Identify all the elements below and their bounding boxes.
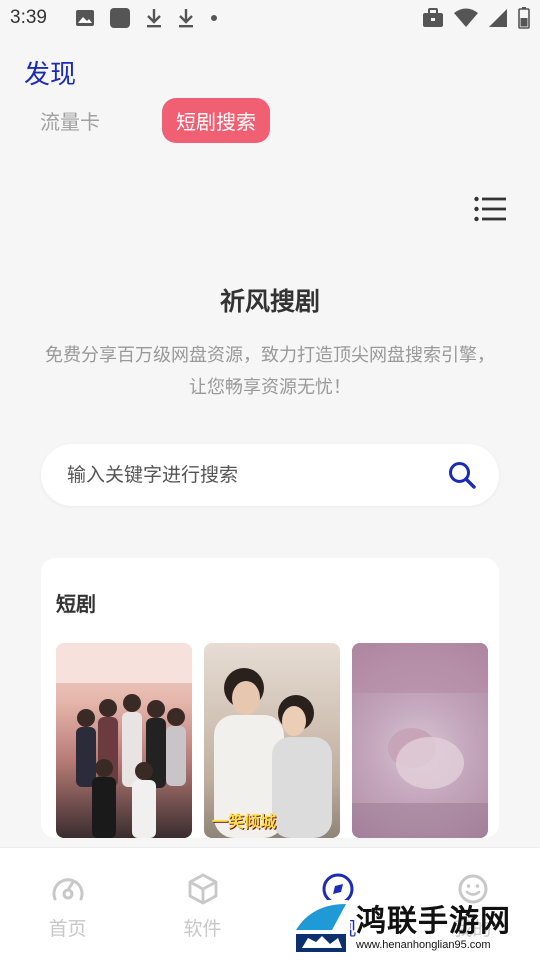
tab-drama-search[interactable]: 短剧搜索: [162, 98, 270, 143]
poster-art: [56, 643, 192, 838]
battery-icon: [518, 7, 530, 29]
system-icons: [422, 7, 530, 29]
nav-item-software[interactable]: 软件: [135, 848, 270, 960]
drama-poster[interactable]: [56, 643, 192, 838]
nav-label: 首页: [48, 918, 87, 940]
poster-list: 一笑倾城: [56, 643, 488, 838]
menu-list-icon[interactable]: [474, 195, 506, 223]
wifi-icon: [454, 8, 478, 27]
download-icon: [178, 9, 193, 28]
watermark-url: www.henanhonglian95.com: [356, 939, 491, 951]
notification-icons: [75, 7, 219, 29]
watermark-text: 鸿联手游网 www.henanhonglian95.com: [356, 904, 511, 952]
dot-icon: [210, 15, 217, 21]
tab-data-card[interactable]: 流量卡: [26, 98, 114, 143]
poster-caption: 一笑倾城: [212, 812, 277, 831]
search-input[interactable]: [67, 464, 447, 486]
watermark-title: 鸿联手游网: [356, 904, 511, 939]
status-time: 3:39: [10, 7, 47, 28]
section-title: 短剧: [56, 592, 96, 616]
nav-item-home[interactable]: 首页: [0, 848, 135, 960]
watermark: 鸿联手游网 www.henanhonglian95.com: [292, 898, 532, 958]
square-icon: [109, 8, 130, 28]
download-icon: [146, 9, 161, 28]
search-icon[interactable]: [447, 460, 477, 490]
hero-description: 免费分享百万级网盘资源，致力打造顶尖网盘搜索引擎，让您畅享资源无忧！: [45, 345, 495, 398]
tab-bar: 流量卡 短剧搜索: [26, 98, 270, 143]
dashboard-icon: [52, 878, 83, 901]
page-title: 发现: [24, 60, 77, 90]
poster-art: [352, 643, 488, 838]
drama-section-card: 短剧 一笑倾城: [41, 558, 499, 838]
search-bar: [41, 444, 499, 506]
watermark-logo-icon: [292, 900, 350, 956]
drama-poster[interactable]: 一笑倾城: [204, 643, 340, 838]
cube-icon: [188, 873, 217, 905]
hero-title: 祈风搜剧: [219, 287, 320, 316]
image-icon: [75, 10, 94, 26]
drama-poster[interactable]: [352, 643, 488, 838]
briefcase-icon: [423, 8, 443, 27]
nav-label: 软件: [183, 918, 222, 940]
status-bar: 3:39: [0, 0, 540, 36]
signal-icon: [489, 9, 507, 27]
